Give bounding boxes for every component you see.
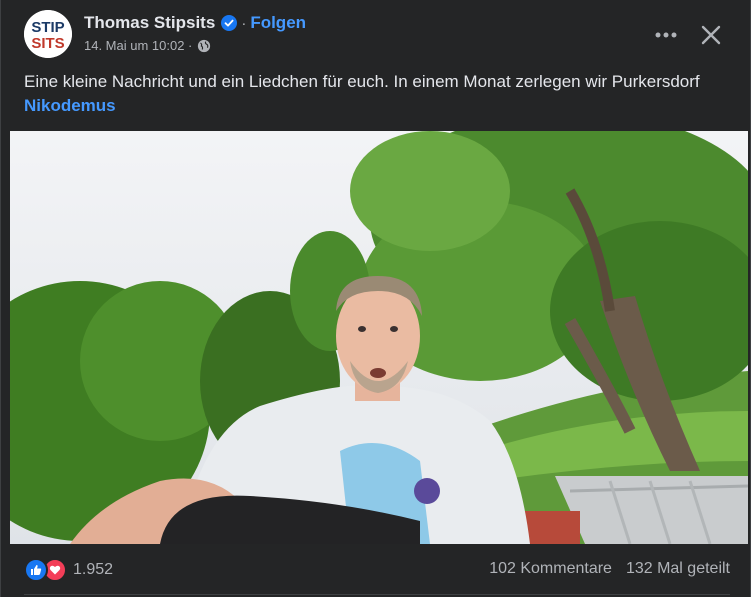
footer-divider	[24, 594, 730, 595]
post-caption: Eine kleine Nachricht und ein Liedchen f…	[24, 70, 724, 118]
shares-count[interactable]: 132 Mal geteilt	[626, 560, 730, 577]
reactions-summary[interactable]: 1.952	[24, 558, 113, 582]
post-dialog: STIP SITS Thomas Stipsits · Folgen 14. M…	[0, 0, 751, 597]
post-footer: 1.952 102 Kommentare 132 Mal geteilt	[24, 556, 730, 584]
close-icon[interactable]	[697, 21, 725, 49]
separator-dot: ·	[241, 14, 247, 32]
video-frame	[10, 131, 748, 544]
engagement-counts: 102 Kommentare 132 Mal geteilt	[489, 560, 730, 578]
author-row: Thomas Stipsits · Folgen	[84, 12, 306, 34]
avatar-logo-bottom: SITS	[31, 35, 64, 52]
post-header: STIP SITS Thomas Stipsits · Folgen 14. M…	[24, 10, 730, 58]
globe-icon[interactable]	[197, 39, 211, 53]
avatar[interactable]: STIP SITS	[24, 10, 72, 58]
caption-text: Eine kleine Nachricht und ein Liedchen f…	[24, 72, 700, 91]
caption-link[interactable]: Nikodemus	[24, 94, 724, 118]
post-meta: 14. Mai um 10:02 ·	[84, 38, 211, 53]
author-name[interactable]: Thomas Stipsits	[84, 13, 215, 33]
video-player[interactable]	[10, 131, 748, 544]
follow-button[interactable]: Folgen	[250, 13, 306, 33]
reaction-count: 1.952	[73, 561, 114, 578]
comments-count[interactable]: 102 Kommentare	[489, 560, 612, 577]
like-reaction-icon	[24, 558, 48, 582]
avatar-logo-top: STIP	[31, 19, 64, 36]
verified-badge-icon	[221, 15, 238, 31]
more-options-icon[interactable]	[653, 28, 679, 42]
post-timestamp[interactable]: 14. Mai um 10:02 ·	[84, 38, 192, 53]
